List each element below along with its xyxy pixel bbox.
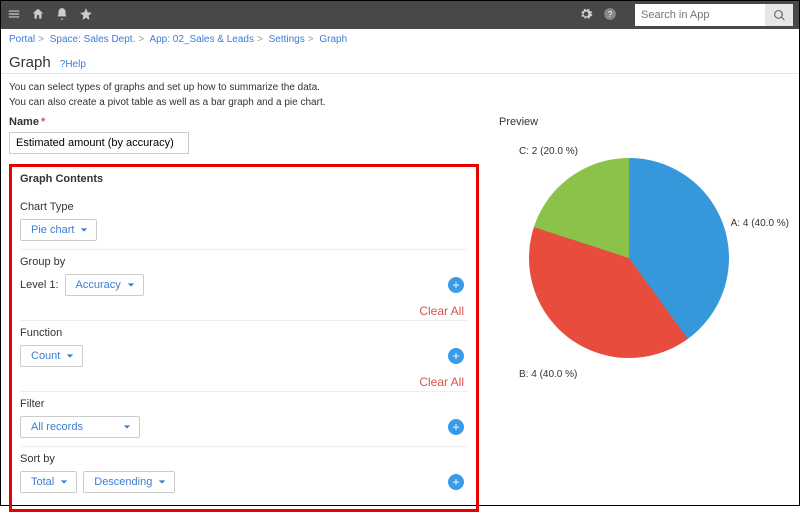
function-label: Function	[20, 327, 468, 339]
preview-label: Preview	[499, 116, 791, 128]
search-button[interactable]	[765, 4, 793, 26]
level-1-label: Level 1:	[20, 279, 59, 291]
gear-icon[interactable]	[579, 7, 593, 24]
pie-chart: A: 4 (40.0 %) B: 4 (40.0 %) C: 2 (20.0 %…	[499, 138, 759, 398]
page-header: Graph ?Help	[1, 50, 799, 74]
add-function-button[interactable]: +	[448, 348, 464, 364]
chevron-down-icon	[80, 226, 88, 234]
group-by-dropdown[interactable]: Accuracy	[65, 274, 144, 296]
graph-contents-box: Graph Contents Chart Type Pie chart Grou…	[9, 164, 479, 512]
chevron-down-icon	[127, 281, 135, 289]
pie-label-c: C: 2 (20.0 %)	[519, 146, 578, 157]
filter-label: Filter	[20, 398, 468, 410]
filter-dropdown[interactable]: All records	[20, 416, 140, 438]
graph-contents-title: Graph Contents	[20, 173, 468, 185]
clear-group-link[interactable]: Clear All	[419, 304, 464, 318]
topbar: ?	[1, 1, 799, 29]
chevron-down-icon	[60, 478, 68, 486]
name-input[interactable]	[9, 132, 189, 154]
chevron-down-icon	[66, 352, 74, 360]
chevron-down-icon	[123, 423, 131, 431]
function-dropdown[interactable]: Count	[20, 345, 83, 367]
search-wrap	[635, 4, 793, 26]
help-link[interactable]: ?Help	[60, 59, 86, 70]
sort-by-label: Sort by	[20, 453, 468, 465]
help-icon[interactable]: ?	[603, 7, 617, 24]
pie-graphic	[529, 158, 729, 358]
star-icon[interactable]	[79, 7, 93, 24]
breadcrumb-item[interactable]: Portal	[9, 34, 35, 45]
chevron-down-icon	[158, 478, 166, 486]
menu-icon[interactable]	[7, 7, 21, 24]
required-mark: *	[41, 116, 45, 128]
bell-icon[interactable]	[55, 7, 69, 24]
add-sort-button[interactable]: +	[448, 474, 464, 490]
page-description: You can select types of graphs and set u…	[1, 80, 799, 116]
page-title: Graph	[9, 54, 51, 71]
sort-field-dropdown[interactable]: Total	[20, 471, 77, 493]
name-field: Name*	[9, 116, 479, 154]
chart-type-dropdown[interactable]: Pie chart	[20, 219, 97, 241]
group-by-label: Group by	[20, 256, 468, 268]
home-icon[interactable]	[31, 7, 45, 24]
breadcrumb-item[interactable]: App: 02_Sales & Leads	[149, 34, 254, 45]
chart-type-label: Chart Type	[20, 201, 468, 213]
breadcrumb: Portal> Space: Sales Dept.> App: 02_Sale…	[1, 29, 799, 50]
svg-text:?: ?	[608, 9, 613, 18]
add-filter-button[interactable]: +	[448, 419, 464, 435]
search-input[interactable]	[635, 5, 765, 25]
breadcrumb-item[interactable]: Settings	[269, 34, 305, 45]
clear-function-link[interactable]: Clear All	[419, 375, 464, 389]
pie-label-a: A: 4 (40.0 %)	[731, 218, 789, 229]
breadcrumb-item: Graph	[319, 34, 347, 45]
breadcrumb-item[interactable]: Space: Sales Dept.	[50, 34, 136, 45]
sort-order-dropdown[interactable]: Descending	[83, 471, 175, 493]
pie-label-b: B: 4 (40.0 %)	[519, 369, 577, 380]
add-group-button[interactable]: +	[448, 277, 464, 293]
